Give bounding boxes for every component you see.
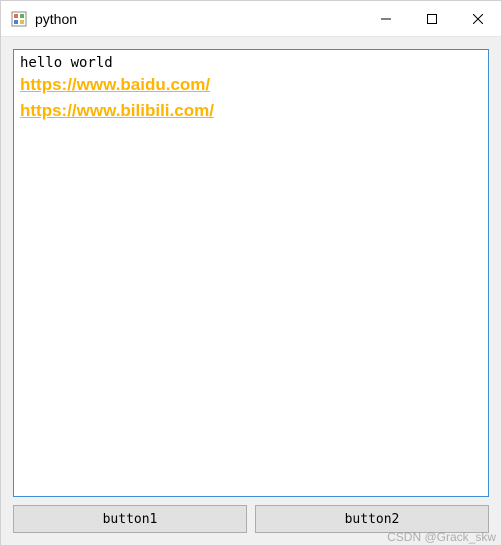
titlebar: python (1, 1, 501, 37)
hyperlink[interactable]: https://www.baidu.com/ (20, 72, 482, 98)
window-controls (363, 1, 501, 36)
app-icon (11, 11, 27, 27)
text-browser[interactable]: hello world https://www.baidu.com/ https… (13, 49, 489, 497)
minimize-button[interactable] (363, 1, 409, 36)
maximize-button[interactable] (409, 1, 455, 36)
button2[interactable]: button2 (255, 505, 489, 533)
button1[interactable]: button1 (13, 505, 247, 533)
text-line: hello world (20, 54, 482, 72)
close-button[interactable] (455, 1, 501, 36)
app-window: python hello world https://www.baidu.com… (0, 0, 502, 546)
hyperlink[interactable]: https://www.bilibili.com/ (20, 98, 482, 124)
window-title: python (35, 11, 363, 27)
client-area: hello world https://www.baidu.com/ https… (1, 37, 501, 545)
button-row: button1 button2 (13, 505, 489, 533)
